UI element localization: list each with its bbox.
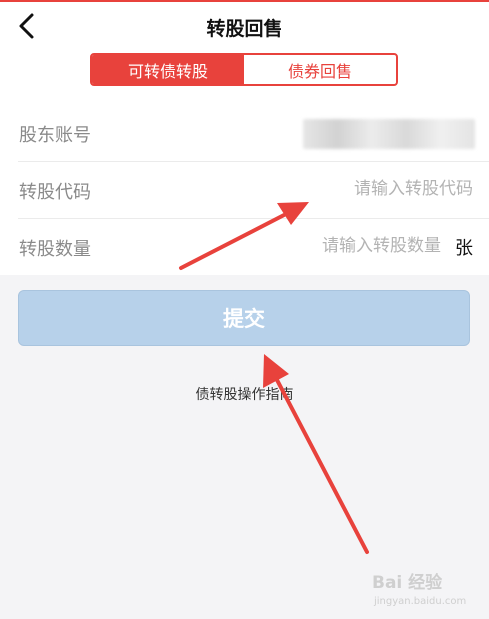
code-row: 转股代码: [0, 161, 489, 218]
quantity-input[interactable]: [241, 232, 441, 260]
account-label: 股东账号: [19, 125, 91, 146]
code-input[interactable]: [253, 175, 473, 203]
tab-convertible-bond-conversion[interactable]: 可转债转股: [92, 55, 244, 84]
watermark-text: Bai 经验: [372, 573, 443, 593]
quantity-unit: 张: [455, 238, 473, 259]
submit-button[interactable]: 提交: [18, 290, 470, 346]
account-row: 股东账号: [0, 104, 489, 161]
tabs-bar: 可转债转股 债券回售: [0, 50, 489, 104]
segmented-control: 可转债转股 债券回售: [90, 53, 398, 86]
watermark-subtext: jingyan.baidu.com: [374, 596, 467, 607]
quantity-row: 转股数量 张: [0, 218, 489, 275]
header-bar: 转股回售: [0, 2, 489, 50]
code-label: 转股代码: [19, 182, 91, 203]
guide-link[interactable]: 债转股操作指南: [0, 384, 489, 404]
quantity-label: 转股数量: [19, 239, 91, 260]
page-title: 转股回售: [206, 18, 283, 40]
tab-bond-putback[interactable]: 债券回售: [244, 55, 396, 84]
masked-account-value: [303, 119, 475, 149]
conversion-form: 股东账号 转股代码 转股数量 张: [0, 104, 489, 275]
